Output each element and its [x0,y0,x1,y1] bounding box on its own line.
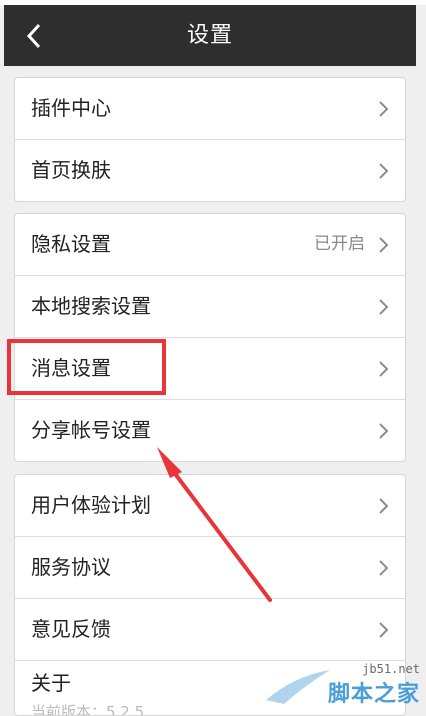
highlight-box [7,339,166,395]
row-service-agreement[interactable]: 服务协议 [15,537,405,599]
row-label: 意见反馈 [31,617,111,641]
watermark-swoosh-icon [266,670,330,704]
chevron-right-icon [379,237,389,253]
settings-group-2: 隐私设置 已开启 本地搜索设置 消息设置 分享帐号设置 [14,213,406,462]
row-share-account-settings[interactable]: 分享帐号设置 [15,400,405,461]
row-label: 关于 [31,671,71,695]
header-bar: 设置 [4,5,416,66]
settings-group-1: 插件中心 首页换肤 [14,77,406,202]
version-text: 当前版本：5.2.5 [31,703,145,716]
row-label: 本地搜索设置 [31,294,151,318]
row-user-experience-plan[interactable]: 用户体验计划 [15,475,405,537]
page-title: 设置 [186,23,233,48]
row-plugin-center[interactable]: 插件中心 [15,78,405,140]
row-status-value: 已开启 [314,234,365,254]
row-feedback[interactable]: 意见反馈 [15,599,405,661]
row-label: 隐私设置 [31,232,111,256]
chevron-right-icon [379,101,389,117]
row-label: 服务协议 [31,555,111,579]
row-label: 首页换肤 [31,158,111,182]
chevron-right-icon [379,299,389,315]
chevron-right-icon [379,163,389,179]
row-label: 用户体验计划 [31,493,151,517]
chevron-right-icon [379,361,389,377]
chevron-right-icon [379,423,389,439]
watermark-url: jb51.net [362,662,420,676]
row-label: 插件中心 [31,96,111,120]
row-homepage-skin[interactable]: 首页换肤 [15,140,405,201]
row-local-search-settings[interactable]: 本地搜索设置 [15,276,405,338]
watermark: jb51.net 脚本之家 [264,662,424,707]
watermark-name: 脚本之家 [327,682,420,707]
chevron-right-icon [379,498,389,514]
chevron-right-icon [379,622,389,638]
chevron-right-icon [379,560,389,576]
row-privacy-settings[interactable]: 隐私设置 已开启 [15,214,405,276]
row-label: 分享帐号设置 [31,418,151,442]
